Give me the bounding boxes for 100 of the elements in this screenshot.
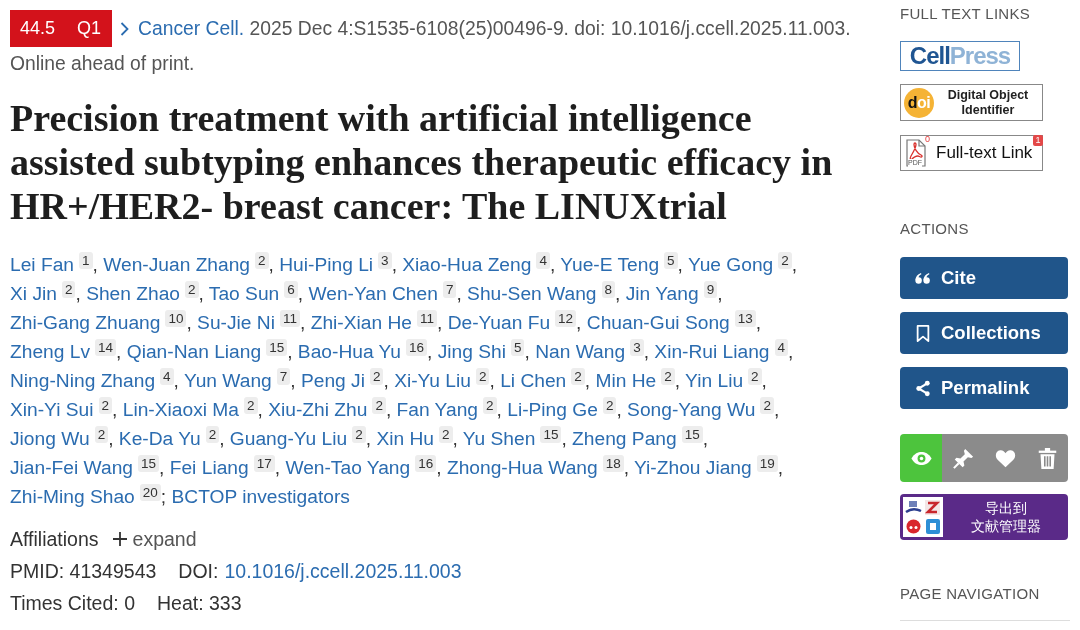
affiliation-number[interactable]: 4 (774, 339, 789, 356)
author-link[interactable]: Yue-E Teng (560, 254, 660, 275)
affiliation-number[interactable]: 7 (442, 281, 457, 298)
export-button[interactable]: 导出到 文献管理器 (900, 494, 1068, 540)
affiliation-number[interactable]: 2 (352, 426, 366, 443)
affiliation-number[interactable]: 2 (661, 368, 675, 385)
affiliation-number[interactable]: 11 (279, 310, 300, 327)
cellpress-logo-link[interactable]: CellPress (900, 41, 1020, 71)
author-link[interactable]: Zheng Lv (10, 341, 90, 362)
cite-button[interactable]: Cite (900, 257, 1068, 299)
affiliation-number[interactable]: 2 (244, 397, 258, 414)
affiliation-number[interactable]: 2 (778, 252, 792, 269)
affiliation-number[interactable]: 16 (406, 339, 427, 356)
affiliation-number[interactable]: 2 (94, 426, 109, 443)
affiliation-number[interactable]: 11 (416, 310, 437, 327)
author-link[interactable]: Yun Wang (183, 370, 272, 391)
affiliation-number[interactable]: 2 (748, 368, 762, 385)
affiliation-number[interactable]: 2 (602, 397, 617, 414)
toolbar-button[interactable] (942, 434, 984, 482)
affiliation-number[interactable]: 2 (205, 426, 220, 443)
affiliation-number[interactable]: 5 (664, 252, 678, 269)
author-link[interactable]: Wen-Yan Chen (308, 283, 438, 304)
affiliation-number[interactable]: 3 (378, 252, 392, 269)
author-link[interactable]: Lei Fan (10, 254, 74, 275)
author-link[interactable]: Yin Liu (685, 370, 744, 391)
author-link[interactable]: Xiao-Hua Zeng (402, 254, 532, 275)
author-link[interactable]: Peng Ji (300, 370, 365, 391)
author-link[interactable]: Xin Hu (376, 428, 434, 449)
author-link[interactable]: Zhi-Gang Zhuang (10, 312, 161, 333)
permalink-button[interactable]: Permalink (900, 367, 1068, 409)
expand-button[interactable]: expand (112, 527, 197, 551)
affiliation-number[interactable]: 4 (160, 368, 174, 385)
affiliation-number[interactable]: 2 (439, 426, 453, 443)
affiliation-number[interactable]: 2 (369, 368, 384, 385)
author-link[interactable]: Ning-Ning Zhang (10, 370, 156, 391)
author-link[interactable]: Shu-Sen Wang (467, 283, 597, 304)
toolbar-button[interactable] (900, 434, 942, 482)
affiliation-number[interactable]: 2 (760, 397, 774, 414)
author-link[interactable]: Su-Jie Ni (197, 312, 275, 333)
author-link[interactable]: Yi-Zhou Jiang (634, 457, 752, 478)
toolbar-button[interactable] (1026, 434, 1068, 482)
journal-link[interactable]: Cancer Cell. (138, 17, 245, 39)
affiliation-number[interactable]: 2 (475, 368, 490, 385)
affiliation-number[interactable]: 3 (630, 339, 644, 356)
affiliation-number[interactable]: 18 (602, 455, 624, 472)
affiliation-number[interactable]: 9 (703, 281, 718, 298)
author-link[interactable]: Ke-Da Yu (118, 428, 201, 449)
affiliation-number[interactable]: 2 (571, 368, 585, 385)
author-link[interactable]: Xiu-Zhi Zhu (268, 399, 368, 420)
affiliation-number[interactable]: 15 (540, 426, 562, 443)
affiliation-number[interactable]: 2 (61, 281, 76, 298)
author-link[interactable]: Fei Liang (169, 457, 249, 478)
affiliation-number[interactable]: 2 (255, 252, 269, 269)
author-link[interactable]: Zheng Pang (572, 428, 677, 449)
affiliation-number[interactable]: 2 (98, 397, 113, 414)
affiliation-number[interactable]: 7 (276, 368, 291, 385)
author-link[interactable]: Jiong Wu (10, 428, 90, 449)
author-link[interactable]: Chuan-Gui Song (586, 312, 730, 333)
author-link[interactable]: Fan Yang (396, 399, 478, 420)
affiliation-number[interactable]: 15 (138, 455, 160, 472)
author-link[interactable]: Wen-Tao Yang (285, 457, 411, 478)
author-link[interactable]: Zhi-Ming Shao (10, 486, 135, 507)
affiliation-number[interactable]: 14 (95, 339, 117, 356)
author-link[interactable]: Jian-Fei Wang (10, 457, 133, 478)
author-link[interactable]: Li Chen (500, 370, 567, 391)
doi-link[interactable]: 10.1016/j.ccell.2025.11.003 (224, 559, 462, 583)
author-link[interactable]: Shen Zhao (86, 283, 180, 304)
affiliation-number[interactable]: 4 (536, 252, 550, 269)
author-link[interactable]: Yue Gong (687, 254, 774, 275)
affiliation-number[interactable]: 19 (756, 455, 778, 472)
affiliation-number[interactable]: 13 (734, 310, 756, 327)
collections-button[interactable]: Collections (900, 312, 1068, 354)
doi-logo-link[interactable]: doi Digital Object Identifier (900, 84, 1043, 121)
author-link[interactable]: Guang-Yu Liu (229, 428, 348, 449)
affiliation-number[interactable]: 2 (185, 281, 199, 298)
author-link[interactable]: Yu Shen (462, 428, 536, 449)
author-link[interactable]: Wen-Juan Zhang (103, 254, 251, 275)
author-link[interactable]: Zhong-Hua Wang (446, 457, 598, 478)
author-link[interactable]: Xin-Rui Liang (654, 341, 770, 362)
author-link[interactable]: Qian-Nan Liang (126, 341, 262, 362)
author-link[interactable]: Xin-Yi Sui (10, 399, 94, 420)
author-link[interactable]: Jing Shi (437, 341, 506, 362)
affiliation-number[interactable]: 12 (555, 310, 577, 327)
affiliation-number[interactable]: 17 (253, 455, 275, 472)
author-link[interactable]: Song-Yang Wu (627, 399, 756, 420)
author-link[interactable]: Xi Jin (10, 283, 57, 304)
author-link[interactable]: Zhi-Xian He (310, 312, 412, 333)
author-link[interactable]: Nan Wang (535, 341, 626, 362)
affiliation-number[interactable]: 2 (483, 397, 497, 414)
author-link[interactable]: Min He (595, 370, 657, 391)
author-link[interactable]: Tao Sun (208, 283, 280, 304)
affiliation-number[interactable]: 2 (372, 397, 386, 414)
author-link[interactable]: Li-Ping Ge (507, 399, 598, 420)
author-link[interactable]: Bao-Hua Yu (297, 341, 401, 362)
affiliation-number[interactable]: 1 (79, 252, 93, 269)
author-link[interactable]: De-Yuan Fu (447, 312, 551, 333)
author-link[interactable]: Jin Yang (625, 283, 699, 304)
affiliation-number[interactable]: 15 (266, 339, 288, 356)
affiliation-number[interactable]: 16 (415, 455, 437, 472)
affiliation-number[interactable]: 6 (284, 281, 298, 298)
